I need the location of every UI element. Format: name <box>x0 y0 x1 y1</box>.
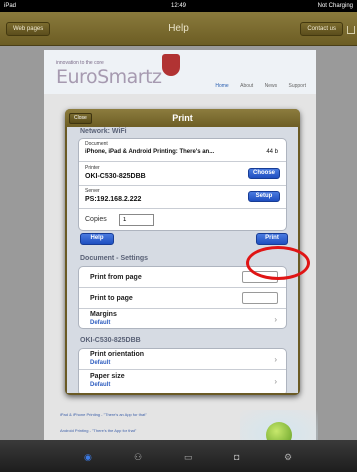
print-from-page-label: Print from page <box>90 274 142 281</box>
print-orientation-value: Default <box>90 360 111 366</box>
margins-label: Margins <box>90 311 117 318</box>
margins-row[interactable]: Margins Default › <box>79 309 286 328</box>
print-dialog-title: Print <box>172 113 193 123</box>
site-nav: Home About News Support <box>205 83 306 89</box>
paper-size-label: Paper size <box>90 373 125 380</box>
help-button[interactable]: Help <box>80 233 114 245</box>
copies-label: Copies <box>85 216 107 223</box>
paper-size-row[interactable]: Paper size Default › <box>79 370 286 393</box>
share-icon[interactable] <box>347 26 355 34</box>
site-nav-news[interactable]: News <box>265 83 278 89</box>
copies-input[interactable] <box>119 214 154 226</box>
document-label: Document <box>85 141 108 147</box>
ipad-printing-link[interactable]: iPad & iPhone Printing - "There's an App… <box>60 412 147 417</box>
clock: 12:49 <box>170 3 186 9</box>
printer-settings-group: Document iPhone, iPad & Android Printing… <box>78 138 287 231</box>
contact-us-button[interactable]: Contact us <box>300 22 343 36</box>
site-header: innovation to the core EuroSmartz Home A… <box>44 50 316 94</box>
site-nav-home[interactable]: Home <box>215 83 228 89</box>
printer-row: Printer OKI-C530-825DBB Choose <box>79 162 286 186</box>
copies-row: Copies <box>79 209 286 230</box>
print-button[interactable]: Print <box>256 233 288 245</box>
document-pages: 44 b <box>266 149 278 155</box>
margins-value: Default <box>90 320 111 326</box>
highlight-circle <box>246 246 310 280</box>
people-icon[interactable]: ⚇ <box>134 452 142 463</box>
printer-value: OKI-C530-825DBB <box>85 173 146 180</box>
server-label: Server <box>85 188 100 194</box>
print-to-page-input[interactable] <box>242 292 278 304</box>
document-settings-title: Document - Settings <box>80 255 149 262</box>
status-bar: iPad 12:49 Not Charging <box>0 0 357 12</box>
document-value: iPhone, iPad & Android Printing: There's… <box>85 149 215 155</box>
print-orientation-row[interactable]: Print orientation Default › <box>79 349 286 370</box>
globe-icon[interactable]: ◉ <box>84 452 92 463</box>
server-row: Server PS:192.168.2.222 Setup <box>79 186 286 209</box>
site-logo: EuroSmartz <box>56 66 162 88</box>
printer-section-title: OKI-C530-825DBB <box>80 337 141 344</box>
battery-status: Not Charging <box>317 3 353 9</box>
camera-icon[interactable]: ◘ <box>234 452 239 462</box>
nav-bar: Web pages Help Contact us <box>0 12 357 46</box>
printer-label: Printer <box>85 165 100 171</box>
chevron-right-icon: › <box>274 377 277 386</box>
site-nav-support[interactable]: Support <box>288 83 306 89</box>
choose-button[interactable]: Choose <box>248 168 280 179</box>
print-to-page-row[interactable]: Print to page <box>79 288 286 309</box>
site-nav-about[interactable]: About <box>240 83 253 89</box>
crest-icon <box>162 54 180 76</box>
setup-button[interactable]: Setup <box>248 191 280 202</box>
paper-size-value: Default <box>90 382 111 388</box>
document-row: Document iPhone, iPad & Android Printing… <box>79 139 286 162</box>
network-section-title: Network: WiFi <box>80 128 127 135</box>
print-orientation-label: Print orientation <box>90 351 145 358</box>
bottom-toolbar: ◉ ⚇ ▭ ◘ ⚙ <box>0 440 357 472</box>
server-value: PS:192.168.2.222 <box>85 196 142 203</box>
printer-options-group: Print orientation Default › Paper size D… <box>78 348 287 393</box>
chevron-right-icon: › <box>274 355 277 364</box>
gear-icon[interactable]: ⚙ <box>284 452 292 463</box>
print-to-page-label: Print to page <box>90 295 133 302</box>
android-printing-link[interactable]: Android Printing - "There's the App for … <box>60 428 136 433</box>
chevron-right-icon: › <box>274 315 277 324</box>
print-dialog-header: Close Print <box>65 109 300 127</box>
cards-icon[interactable]: ▭ <box>184 452 193 463</box>
